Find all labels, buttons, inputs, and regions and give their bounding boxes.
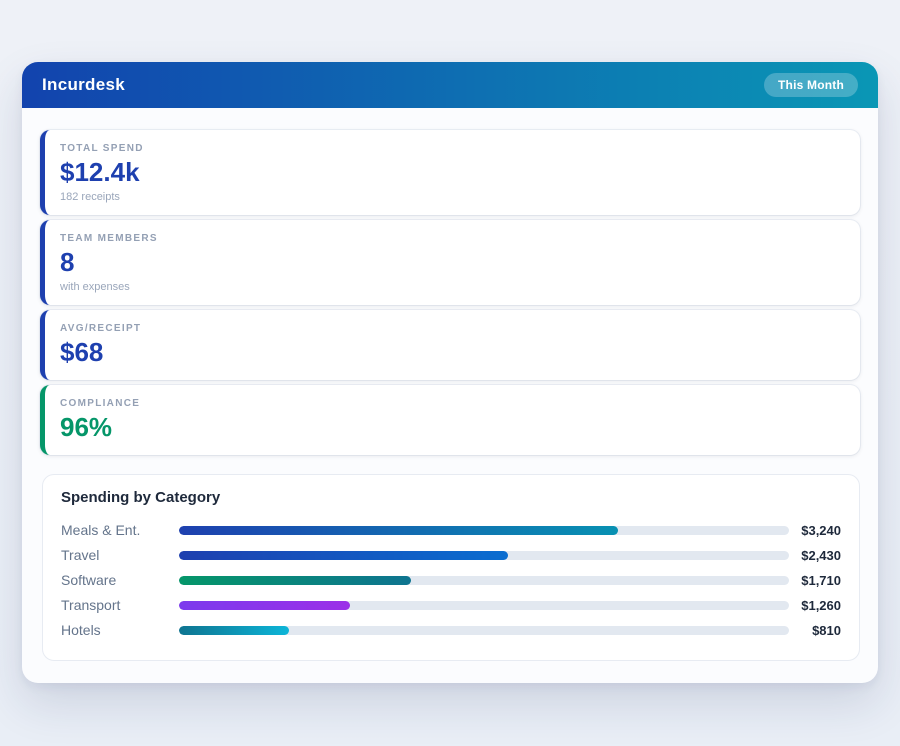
stat-subtext: 182 receipts [60,191,842,203]
bar-track [179,551,789,560]
category-value: $1,260 [789,598,841,613]
category-label: Software [61,572,179,588]
stat-card-total-spend: TOTAL SPEND $12.4k 182 receipts [40,130,860,215]
stat-label: COMPLIANCE [60,398,842,409]
bar-fill-meals [179,526,618,535]
chart-title: Spending by Category [61,489,841,506]
chart-row-meals: Meals & Ent. $3,240 [61,518,841,543]
category-label: Meals & Ent. [61,522,179,538]
category-value: $3,240 [789,523,841,538]
bar-fill-hotels [179,626,289,635]
stat-label: TOTAL SPEND [60,143,842,154]
app-title: Incurdesk [42,75,125,95]
category-label: Transport [61,597,179,613]
bar-track [179,626,789,635]
stat-card-team-members: TEAM MEMBERS 8 with expenses [40,220,860,305]
stats-section: TOTAL SPEND $12.4k 182 receipts TEAM MEM… [22,108,878,455]
dashboard-panel: Incurdesk This Month TOTAL SPEND $12.4k … [22,62,878,683]
stat-value: 8 [60,248,842,278]
stat-label: TEAM MEMBERS [60,233,842,244]
chart-row-hotels: Hotels $810 [61,618,841,643]
stat-value: 96% [60,413,842,443]
bar-track [179,526,789,535]
chart-row-travel: Travel $2,430 [61,543,841,568]
bar-fill-travel [179,551,508,560]
bar-track [179,576,789,585]
bar-fill-transport [179,601,350,610]
stat-subtext: with expenses [60,281,842,293]
category-label: Hotels [61,622,179,638]
spending-by-category-card: Spending by Category Meals & Ent. $3,240… [42,474,860,661]
category-value: $1,710 [789,573,841,588]
stat-value: $68 [60,338,842,368]
bar-track [179,601,789,610]
stat-label: AVG/RECEIPT [60,323,842,334]
stat-card-compliance: COMPLIANCE 96% [40,385,860,455]
stat-value: $12.4k [60,158,842,188]
category-value: $810 [789,623,841,638]
period-badge[interactable]: This Month [764,73,858,97]
category-value: $2,430 [789,548,841,563]
chart-row-software: Software $1,710 [61,568,841,593]
app-header: Incurdesk This Month [22,62,878,108]
bar-fill-software [179,576,411,585]
category-label: Travel [61,547,179,563]
stat-card-avg-receipt: AVG/RECEIPT $68 [40,310,860,380]
chart-row-transport: Transport $1,260 [61,593,841,618]
